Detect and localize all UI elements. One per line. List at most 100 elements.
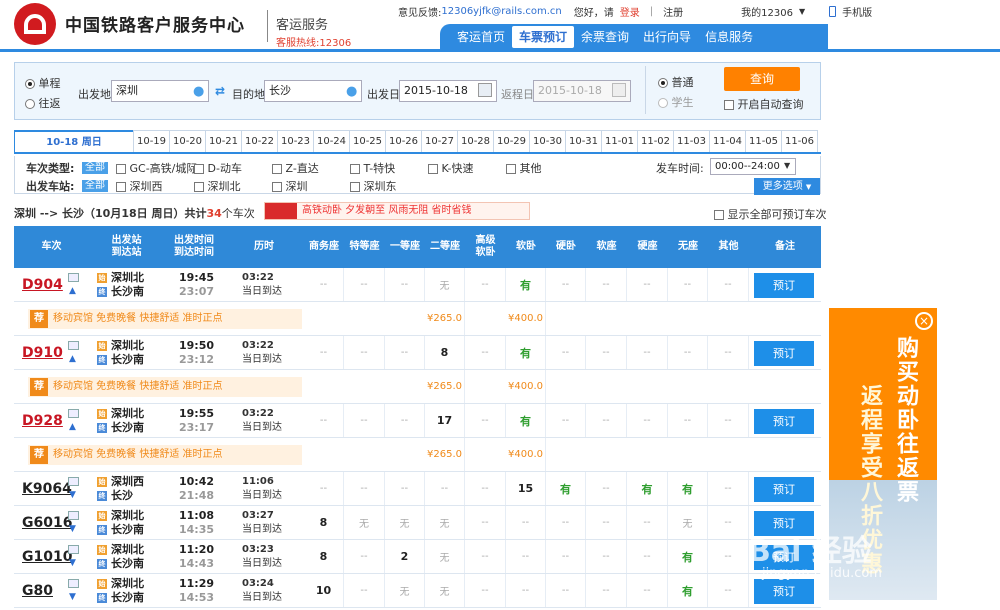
station-filter-szb[interactable]: 深圳北 <box>194 178 241 194</box>
nav-home[interactable]: 客运首页 <box>450 26 512 48</box>
station-filter-sz[interactable]: 深圳 <box>272 178 308 194</box>
to-station[interactable]: 长沙南 <box>111 591 144 604</box>
railway-logo[interactable] <box>14 3 56 45</box>
seat-cell[interactable]: 有 <box>668 540 708 573</box>
chevron-down-icon[interactable]: ▼ <box>784 161 790 170</box>
to-station[interactable]: 长沙 <box>111 489 133 502</box>
date-tab[interactable]: 10-23 <box>277 130 314 152</box>
filter-checkbox[interactable] <box>506 164 516 174</box>
train-info-icon[interactable] <box>68 579 79 588</box>
seat-cell[interactable]: 有 <box>506 336 546 369</box>
filter-checkbox[interactable] <box>428 164 438 174</box>
roundtrip-option[interactable]: 往返 <box>25 95 61 111</box>
from-station[interactable]: 深圳北 <box>111 509 144 522</box>
from-station[interactable]: 深圳北 <box>111 543 144 556</box>
oneway-option[interactable]: 单程 <box>25 75 61 91</box>
header-stations[interactable]: 出发站 到达站 <box>89 226 164 268</box>
from-station[interactable]: 深圳北 <box>111 271 144 284</box>
date-tab[interactable]: 10-26 <box>385 130 422 152</box>
book-button[interactable]: 预订 <box>754 273 814 298</box>
auto-query-option[interactable]: 开启自动查询 <box>724 96 804 112</box>
train-number-link[interactable]: G80 <box>22 583 53 599</box>
type-filter-z[interactable]: Z-直达 <box>272 160 319 176</box>
date-tab[interactable]: 11-05 <box>745 130 782 152</box>
filter-checkbox[interactable] <box>350 182 360 192</box>
date-tab[interactable]: 10-30 <box>529 130 566 152</box>
seat-cell[interactable]: 有 <box>627 472 668 505</box>
train-info-icon[interactable] <box>68 477 79 486</box>
to-station[interactable]: 长沙南 <box>111 285 144 298</box>
oneway-radio[interactable] <box>25 79 35 89</box>
seat-cell[interactable]: 8 <box>304 540 344 573</box>
type-filter-other[interactable]: 其他 <box>506 160 542 176</box>
filter-checkbox[interactable] <box>116 182 126 192</box>
chevron-up-icon[interactable]: ▲ <box>69 354 76 364</box>
train-info-icon[interactable] <box>68 273 79 282</box>
book-button[interactable]: 预订 <box>754 409 814 434</box>
date-tab[interactable]: 10-25 <box>349 130 386 152</box>
seat-cell[interactable]: 有 <box>546 472 586 505</box>
train-info-icon[interactable] <box>68 409 79 418</box>
to-station[interactable]: 长沙南 <box>111 557 144 570</box>
to-station[interactable]: 长沙南 <box>111 523 144 536</box>
chevron-up-icon[interactable]: ▲ <box>69 422 76 432</box>
roundtrip-radio[interactable] <box>25 99 35 109</box>
seat-cell[interactable]: 17 <box>425 404 465 437</box>
calendar-icon[interactable] <box>612 83 626 97</box>
filter-checkbox[interactable] <box>272 182 282 192</box>
train-info-icon[interactable] <box>68 341 79 350</box>
type-all-tag[interactable]: 全部 <box>82 160 108 174</box>
date-tab[interactable]: 11-03 <box>673 130 710 152</box>
location-pin-icon[interactable]: ● <box>346 84 357 99</box>
query-button[interactable]: 查询 <box>724 67 800 91</box>
filter-checkbox[interactable] <box>194 164 204 174</box>
seat-cell[interactable]: 有 <box>668 472 708 505</box>
header-duration[interactable]: 历时 <box>224 226 304 268</box>
type-filter-gc[interactable]: GC-高铁/城际 <box>116 160 197 176</box>
chevron-down-icon[interactable]: ▼ <box>69 490 76 500</box>
book-button[interactable]: 预订 <box>754 341 814 366</box>
promo-banner[interactable]: 高铁动卧 夕发朝至 风雨无阻 省时省钱 <box>264 202 530 220</box>
more-options-button[interactable]: 更多选项 ▼ <box>754 178 820 195</box>
date-tab[interactable]: 11-01 <box>601 130 638 152</box>
train-number-link[interactable]: D904 <box>22 277 63 293</box>
date-tab[interactable]: 11-02 <box>637 130 674 152</box>
seat-cell[interactable]: 15 <box>506 472 546 505</box>
train-number-link[interactable]: D928 <box>22 413 63 429</box>
normal-radio[interactable] <box>658 78 668 88</box>
show-all-checkbox[interactable] <box>714 210 724 220</box>
date-tab[interactable]: 10-31 <box>565 130 602 152</box>
seat-cell[interactable]: 有 <box>668 574 708 607</box>
date-tab[interactable]: 10-27 <box>421 130 458 152</box>
station-all-tag[interactable]: 全部 <box>82 178 108 192</box>
student-radio[interactable] <box>658 98 668 108</box>
chevron-up-icon[interactable]: ▲ <box>69 286 76 296</box>
date-tab[interactable]: 11-06 <box>781 130 818 152</box>
seat-cell[interactable]: 10 <box>304 574 344 607</box>
feedback-email-link[interactable]: 12306yjfk@rails.com.cn <box>441 6 561 17</box>
to-station[interactable]: 长沙南 <box>111 353 144 366</box>
type-filter-k[interactable]: K-快速 <box>428 160 474 176</box>
train-number-link[interactable]: D910 <box>22 345 63 361</box>
register-link[interactable]: 注册 <box>663 4 683 19</box>
seat-cell[interactable]: 2 <box>385 540 425 573</box>
calendar-icon[interactable] <box>478 83 492 97</box>
nav-info-service[interactable]: 信息服务 <box>698 26 760 48</box>
to-station[interactable]: 长沙南 <box>111 421 144 434</box>
from-station[interactable]: 深圳北 <box>111 577 144 590</box>
filter-checkbox[interactable] <box>272 164 282 174</box>
date-tab[interactable]: 10-20 <box>169 130 206 152</box>
swap-icon[interactable]: ⇄ <box>215 84 225 98</box>
date-tab[interactable]: 10-24 <box>313 130 350 152</box>
date-tab[interactable]: 10-29 <box>493 130 530 152</box>
seat-cell[interactable]: 有 <box>506 404 546 437</box>
type-filter-d[interactable]: D-动车 <box>194 160 242 176</box>
from-station[interactable]: 深圳北 <box>111 339 144 352</box>
book-button[interactable]: 预订 <box>754 579 814 604</box>
date-tab[interactable]: 10-22 <box>241 130 278 152</box>
train-info-icon[interactable] <box>68 511 79 520</box>
chevron-down-icon[interactable]: ▼ <box>799 7 805 16</box>
station-filter-szx[interactable]: 深圳西 <box>116 178 163 194</box>
filter-checkbox[interactable] <box>116 164 126 174</box>
train-number-link[interactable]: K9064 <box>22 481 72 497</box>
